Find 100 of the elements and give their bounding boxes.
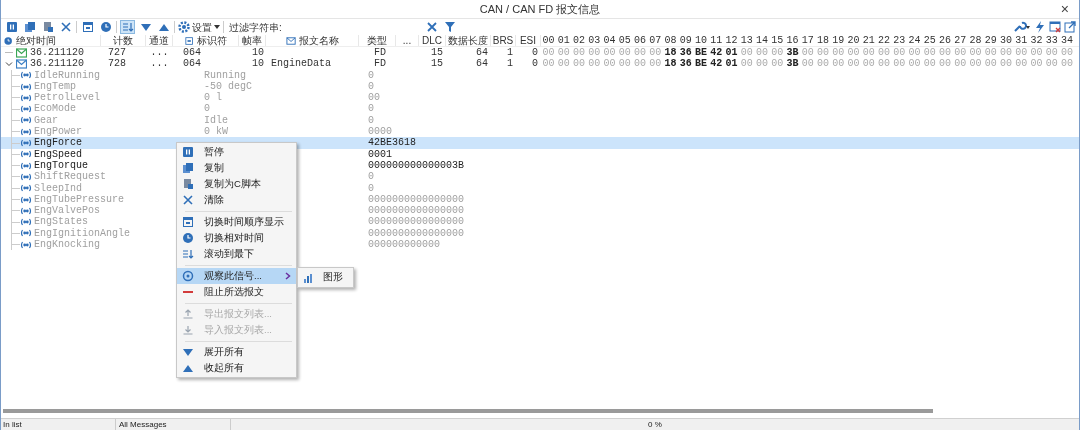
column-header[interactable]: ESI [516,35,541,46]
scrollbar-thumb[interactable] [3,409,933,413]
menu-item[interactable]: 切换相对时间 [177,230,296,246]
column-header[interactable]: 05 [617,33,633,48]
column-header[interactable]: 02 [571,33,587,48]
byte-cell-text: 00 [877,47,892,59]
menu-item[interactable]: 收起所有 [177,360,296,376]
column-header[interactable]: 计数 [101,35,146,46]
column-header[interactable]: 27 [952,33,968,48]
column-header[interactable]: 12 [724,33,740,48]
column-header[interactable]: 21 [861,33,877,48]
column-header[interactable]: 13 [739,33,755,48]
column-header[interactable]: 23 [891,33,907,48]
signal-name: EngTorque [34,159,88,172]
byte-cell-text: 00 [556,47,571,59]
close-button[interactable]: × [1060,1,1069,17]
menu-item[interactable]: 切换时间顺序显示 [177,214,296,230]
menu-item[interactable]: 复制 [177,160,296,176]
lightning-icon[interactable] [1034,21,1046,33]
column-header[interactable]: 帧率 [239,35,266,46]
menu-item[interactable]: 复制为C脚本 [177,176,296,192]
column-header[interactable]: 17 [800,33,816,48]
table-cell: 15 [431,58,443,70]
column-header[interactable]: 11 [708,33,724,48]
column-header[interactable]: 31 [1013,33,1029,48]
column-header[interactable]: 通道 [146,35,173,46]
toolbar-button[interactable] [80,20,95,34]
raw-value: 42BE3618 [368,137,416,149]
column-header[interactable]: 00 [541,33,557,48]
raw-value: 00 [368,92,380,104]
column-header[interactable]: 09 [678,33,694,48]
column-header[interactable]: 04 [602,33,618,48]
raw-value: 0 [368,114,374,127]
column-header[interactable]: 20 [846,33,862,48]
menu-item[interactable]: 清除 [177,192,296,208]
toolbar-button[interactable] [4,20,19,34]
column-header[interactable]: 类型 [359,35,396,46]
column-header[interactable]: 08 [663,33,679,48]
byte-cell-text: 01 [724,47,739,59]
column-header[interactable]: 报文名称 [266,35,359,46]
column-header[interactable]: 29 [983,33,999,48]
toolbar-button[interactable] [22,20,37,34]
column-header[interactable]: 数据长度 [446,35,491,46]
column-header[interactable]: 06 [632,33,648,48]
toolbar-button[interactable] [98,20,113,34]
menu-item[interactable]: 滚动到最下 [177,246,296,262]
message-row[interactable]: 36.211120 728 ... 064 10 EngineData FD 15 64 1 0 00 00 00 00 00 00 00 00 18 36 BE 42 01 00 00 00 3B 00 00 00 00 00 00 00 00 00 00 00 00 00 00 00 00 00 00 [1,58,1079,70]
column-header[interactable]: 10 [693,33,709,48]
column-header[interactable]: 22 [876,33,892,48]
column-header[interactable]: 18 [815,33,831,48]
column-header[interactable]: 15 [769,33,785,48]
status-text: In list [1,418,116,430]
column-header[interactable]: 03 [586,33,602,48]
signal-icon [20,127,32,136]
table-cell: 064 [183,58,201,70]
table-cell: EngineData [271,58,331,70]
clear-icon[interactable] [425,21,438,33]
calendar-icon [182,216,194,228]
download-icon [182,324,194,336]
menu-item[interactable]: 观察此信号... [177,268,296,284]
column-header[interactable]: 34 [1059,33,1075,48]
column-header[interactable]: BRS [491,35,516,46]
byte-cell-text: 00 [572,47,587,59]
byte-cell-text: 00 [541,58,556,70]
menu-item[interactable]: 图形 [298,270,353,285]
chevron-down-icon[interactable] [5,59,13,68]
message-row[interactable]: 36.211120 727 ... 064 10 FD 15 64 1 0 00 00 00 00 00 00 00 00 18 36 BE 42 01 00 00 00 3B 00 00 00 00 00 00 00 00 00 00 00 00 00 00 00 00 00 00 [1,47,1079,59]
menu-item[interactable]: 展开所有 [177,344,296,360]
filter-icon[interactable] [443,21,456,33]
column-header[interactable]: 14 [754,33,770,48]
signal-icon [20,105,32,114]
menu-item[interactable]: 阻止所选报文 [177,284,296,300]
column-header[interactable]: 33 [1044,33,1060,48]
column-header[interactable]: 25 [922,33,938,48]
calendar-icon [81,21,94,33]
column-header[interactable]: 标识符 [173,35,239,46]
column-header[interactable]: ... [396,35,419,46]
column-header[interactable]: 24 [907,33,923,48]
column-header[interactable]: 01 [556,33,572,48]
column-header[interactable]: 16 [785,33,801,48]
settings-button[interactable]: 设置 [178,19,220,35]
byte-cell-text: 00 [602,58,617,70]
toolbar-button[interactable] [120,20,135,34]
export-icon[interactable] [1064,21,1076,33]
column-header[interactable]: 19 [830,33,846,48]
byte-cell-text: 00 [602,47,617,59]
column-header[interactable]: 32 [1029,33,1045,48]
byte-cell-text: 00 [1014,58,1029,70]
table-cell: 727 [108,47,126,58]
column-header[interactable]: 28 [968,33,984,48]
signal-icon [20,172,32,181]
column-header[interactable]: 绝对时间 [1,35,101,46]
column-header[interactable]: 30 [998,33,1014,48]
column-header[interactable]: DLC [419,35,446,46]
window-close-icon[interactable] [1049,21,1061,33]
column-header[interactable]: 26 [937,33,953,48]
toolbar-button[interactable] [58,20,73,34]
column-header[interactable]: 07 [647,33,663,48]
table-cell: 10 [252,47,264,58]
byte-cell-text: 00 [831,47,846,59]
